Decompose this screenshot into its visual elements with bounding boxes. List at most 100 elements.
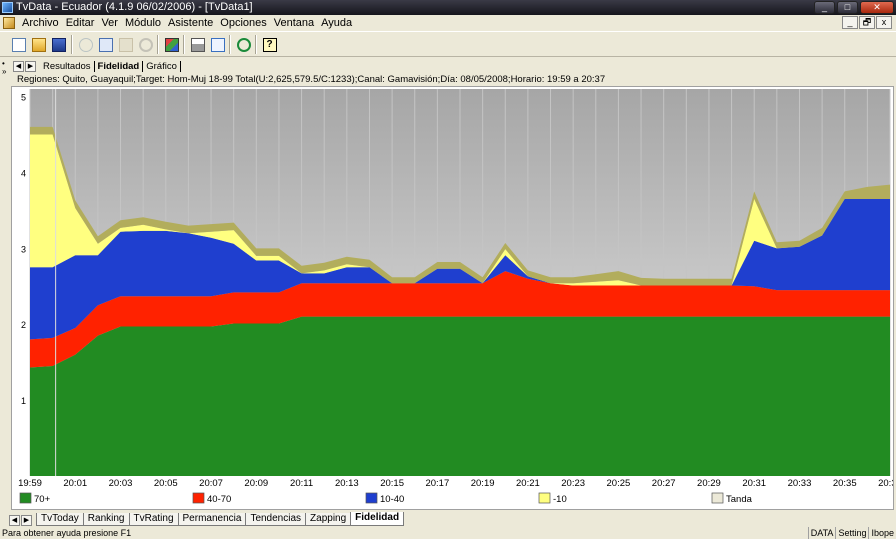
tab-zapping[interactable]: Zapping [305,513,352,526]
module-next-arrow[interactable]: ▶ [21,515,32,526]
save-button[interactable] [49,35,68,54]
x-tick-label: 20:21 [516,478,540,489]
print-preview-icon [210,37,225,52]
menu-archivo[interactable]: Archivo [22,17,59,29]
find-button[interactable] [136,35,155,54]
x-tick-label: 20:13 [335,478,359,489]
x-tick-label: 20:25 [607,478,631,489]
fidelity-chart: 1 2 3 4 5 19:59 20:01 20:03 20:05 20:07 20:09 20:1… [11,86,894,510]
new-file-icon [11,37,26,52]
paste-icon [118,37,133,52]
x-tick-label: 20:19 [471,478,495,489]
window-title: TvData - Ecuador (4.1.9 06/02/2006) - [T… [16,1,253,13]
cut-button[interactable] [76,35,95,54]
new-file-button[interactable] [9,35,28,54]
x-tick-label: 20:07 [199,478,223,489]
menu-bar: Archivo Editar Ver Módulo Asistente Opci… [0,15,896,31]
export-report-button[interactable] [162,35,181,54]
app-icon [2,2,13,13]
legend-label: 40-70 [207,494,231,505]
x-tick-label: 20:27 [652,478,676,489]
minimize-button[interactable]: _ [814,1,835,14]
x-tick-label: 20:37 [878,478,893,489]
y-tick-label: 2 [21,320,26,330]
menu-modulo[interactable]: Módulo [125,17,161,29]
menu-editar[interactable]: Editar [66,17,95,29]
x-tick-label: 19:59 [18,478,42,489]
close-button[interactable]: ✕ [860,1,894,14]
print-button[interactable] [188,35,207,54]
child-restore-button[interactable]: 🗗 [859,16,875,29]
module-tabs: ◀ ▶ TvToday Ranking TvRating Permanencia… [9,512,405,526]
print-icon [190,37,205,52]
export-report-icon [164,37,179,52]
x-tick-label: 20:29 [697,478,721,489]
legend-label: 10-40 [380,494,404,505]
menu-asistente[interactable]: Asistente [168,17,213,29]
query-info: Regiones: Quito, Guayaquil;Target: Hom-M… [17,74,606,85]
y-tick-label: 5 [21,93,26,103]
tab-permanencia[interactable]: Permanencia [177,513,247,526]
copy-icon [98,37,113,52]
document-icon[interactable] [3,17,15,29]
maximize-button[interactable]: □ [837,1,858,14]
x-tick-label: 20:01 [63,478,87,489]
x-tick-label: 20:11 [290,478,313,489]
y-tick-label: 4 [21,168,26,178]
legend-label: 70+ [34,494,51,505]
main-panel: ◀ ▶ Resultados Fidelidad Gráfico Regione… [9,57,896,511]
x-tick-label: 20:15 [380,478,404,489]
help-button[interactable]: ? [260,35,279,54]
x-tick-label: 20:23 [561,478,585,489]
paste-button[interactable] [116,35,135,54]
open-button[interactable] [29,35,48,54]
tab-grafico[interactable]: Gráfico [143,60,181,72]
find-icon [138,37,153,52]
child-close-button[interactable]: x [876,16,892,29]
refresh-button[interactable] [234,35,253,54]
menu-ver[interactable]: Ver [101,17,118,29]
menu-ventana[interactable]: Ventana [274,17,314,29]
tab-resultados[interactable]: Resultados [40,61,94,72]
legend-swatch [538,492,551,504]
status-panel-ibope: Ibope [868,527,896,539]
copy-button[interactable] [96,35,115,54]
tab-ranking[interactable]: Ranking [82,513,130,526]
legend-swatch [365,492,378,504]
menu-opciones[interactable]: Opciones [220,17,266,29]
tab-prev-arrow[interactable]: ◀ [13,60,24,72]
status-bar: Para obtener ayuda presione F1 DATA Sett… [0,527,896,539]
legend-swatch [711,492,724,504]
print-preview-button[interactable] [208,35,227,54]
status-panel-setting: Setting [835,527,868,539]
menu-ayuda[interactable]: Ayuda [321,17,352,29]
x-tick-label: 20:33 [788,478,812,489]
x-tick-label: 20:03 [109,478,133,489]
tab-next-arrow[interactable]: ▶ [25,60,36,72]
left-splitter[interactable]: • » [0,57,9,512]
tab-tvrating[interactable]: TvRating [128,513,179,526]
cut-icon [78,37,93,52]
window-title-bar[interactable]: TvData - Ecuador (4.1.9 06/02/2006) - [T… [0,0,896,15]
x-tick-label: 20:05 [154,478,178,489]
child-minimize-button[interactable]: _ [842,16,858,29]
x-tick-label: 20:09 [244,478,268,489]
toolbar: ? [0,31,896,57]
module-prev-arrow[interactable]: ◀ [9,515,20,526]
save-disk-icon [51,37,66,52]
y-tick-label: 1 [21,396,26,406]
x-tick-label: 20:35 [833,478,857,489]
tab-tvtoday[interactable]: TvToday [36,513,84,526]
legend-label: Tanda [726,494,753,505]
tab-fidelidad[interactable]: Fidelidad [93,60,144,72]
tab-fidelidad-module[interactable]: Fidelidad [350,512,405,526]
status-message: Para obtener ayuda presione F1 [2,528,132,538]
legend-swatch [19,492,32,504]
chart-svg: 1 2 3 4 5 19:59 20:01 20:03 20:05 20:07 20:09 20:1… [12,87,893,509]
refresh-icon [236,37,251,52]
tab-tendencias[interactable]: Tendencias [245,513,307,526]
x-tick-label: 20:31 [742,478,766,489]
help-icon: ? [262,37,277,52]
legend-label: -10 [553,494,567,505]
x-tick-label: 20:17 [425,478,449,489]
